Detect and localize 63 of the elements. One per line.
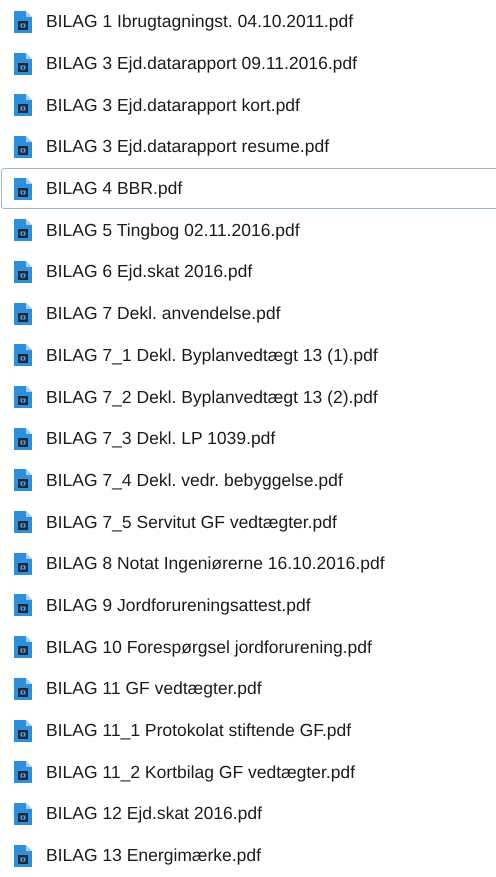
file-name: BILAG 7_2 Dekl. Byplanvedtægt 13 (2).pdf (46, 386, 378, 408)
document-icon (14, 678, 32, 700)
file-item[interactable]: BILAG 11_1 Protokolat stiftende GF.pdf (1, 710, 496, 752)
document-icon (14, 552, 32, 575)
file-item[interactable]: BILAG 12 Ejd.skat 2016.pdf (1, 793, 496, 835)
file-name: BILAG 7_5 Servitut GF vedtægter.pdf (46, 512, 337, 533)
document-icon (14, 511, 32, 534)
file-item[interactable]: BILAG 7_1 Dekl. Byplanvedtægt 13 (1).pdf (1, 334, 496, 376)
file-item[interactable]: BILAG 11 GF vedtægter.pdf (1, 668, 496, 710)
document-icon (14, 428, 32, 450)
file-item[interactable]: BILAG 7_2 Dekl. Byplanvedtægt 13 (2).pdf (1, 376, 496, 418)
file-name: BILAG 9 Jordforureningsattest.pdf (46, 594, 311, 616)
document-icon (14, 219, 32, 242)
file-item[interactable]: BILAG 4 BBR.pdf (1, 168, 496, 210)
file-name: BILAG 7_1 Dekl. Byplanvedtægt 13 (1).pdf (46, 344, 378, 366)
file-name: BILAG 11 GF vedtægter.pdf (46, 678, 262, 700)
document-icon (14, 636, 32, 658)
document-icon (14, 344, 32, 366)
file-item[interactable]: BILAG 5 Tingbog 02.11.2016.pdf (1, 209, 496, 252)
document-icon (14, 302, 32, 325)
file-name: BILAG 7_3 Dekl. LP 1039.pdf (46, 428, 276, 450)
file-name: BILAG 4 BBR.pdf (46, 178, 182, 200)
file-item[interactable]: BILAG 7 Dekl. anvendelse.pdf (1, 292, 496, 334)
file-name: BILAG 13 Energimærke.pdf (46, 845, 261, 866)
file-item[interactable]: BILAG 7_3 Dekl. LP 1039.pdf (1, 418, 496, 460)
file-name: BILAG 8 Notat Ingeniørerne 16.10.2016.pdf (46, 553, 385, 574)
file-item[interactable]: BILAG 7_5 Servitut GF vedtægter.pdf (1, 501, 496, 543)
file-item[interactable]: BILAG 6 Ejd.skat 2016.pdf (1, 251, 496, 293)
file-name: BILAG 5 Tingbog 02.11.2016.pdf (46, 220, 300, 241)
file-name: BILAG 11_2 Kortbilag GF vedtægter.pdf (46, 762, 356, 783)
file-name: BILAG 3 Ejd.datarapport kort.pdf (46, 94, 300, 116)
file-item[interactable]: BILAG 1 Ibrugtagningst. 04.10.2011.pdf (1, 1, 496, 43)
file-name: BILAG 10 Forespørgsel jordforurening.pdf (46, 636, 372, 658)
file-name: BILAG 3 Ejd.datarapport resume.pdf (46, 136, 330, 158)
document-icon (14, 386, 32, 408)
file-item[interactable]: BILAG 8 Notat Ingeniørerne 16.10.2016.pdf (1, 542, 496, 585)
document-icon (14, 594, 32, 616)
document-icon (14, 469, 32, 492)
file-name: BILAG 11_1 Protokolat stiftende GF.pdf (46, 720, 352, 742)
file-item[interactable]: BILAG 13 Energimærke.pdf (1, 834, 496, 876)
document-icon (14, 10, 32, 33)
file-name: BILAG 12 Ejd.skat 2016.pdf (46, 803, 262, 824)
file-name: BILAG 3 Ejd.datarapport 09.11.2016.pdf (46, 53, 358, 74)
file-name: BILAG 6 Ejd.skat 2016.pdf (46, 261, 252, 282)
document-icon (14, 178, 32, 200)
document-icon (14, 94, 32, 116)
file-item[interactable]: BILAG 10 Forespørgsel jordforurening.pdf (1, 626, 496, 668)
document-icon (14, 761, 32, 784)
file-item[interactable]: BILAG 3 Ejd.datarapport 09.11.2016.pdf (1, 42, 496, 84)
file-item[interactable]: BILAG 3 Ejd.datarapport kort.pdf (1, 84, 496, 126)
file-item[interactable]: BILAG 9 Jordforureningsattest.pdf (1, 584, 496, 626)
document-icon (14, 844, 32, 867)
file-item[interactable]: BILAG 3 Ejd.datarapport resume.pdf (1, 126, 496, 168)
file-item[interactable]: BILAG 7_4 Dekl. vedr. bebyggelse.pdf (1, 460, 496, 502)
document-icon (14, 260, 32, 283)
document-icon (14, 802, 32, 825)
document-icon (14, 720, 32, 742)
file-name: BILAG 1 Ibrugtagningst. 04.10.2011.pdf (46, 11, 354, 32)
file-name: BILAG 7_4 Dekl. vedr. bebyggelse.pdf (46, 470, 343, 491)
document-icon (14, 52, 32, 75)
file-item[interactable]: BILAG 11_2 Kortbilag GF vedtægter.pdf (1, 751, 496, 794)
document-icon (14, 136, 32, 158)
file-name: BILAG 7 Dekl. anvendelse.pdf (46, 303, 280, 324)
